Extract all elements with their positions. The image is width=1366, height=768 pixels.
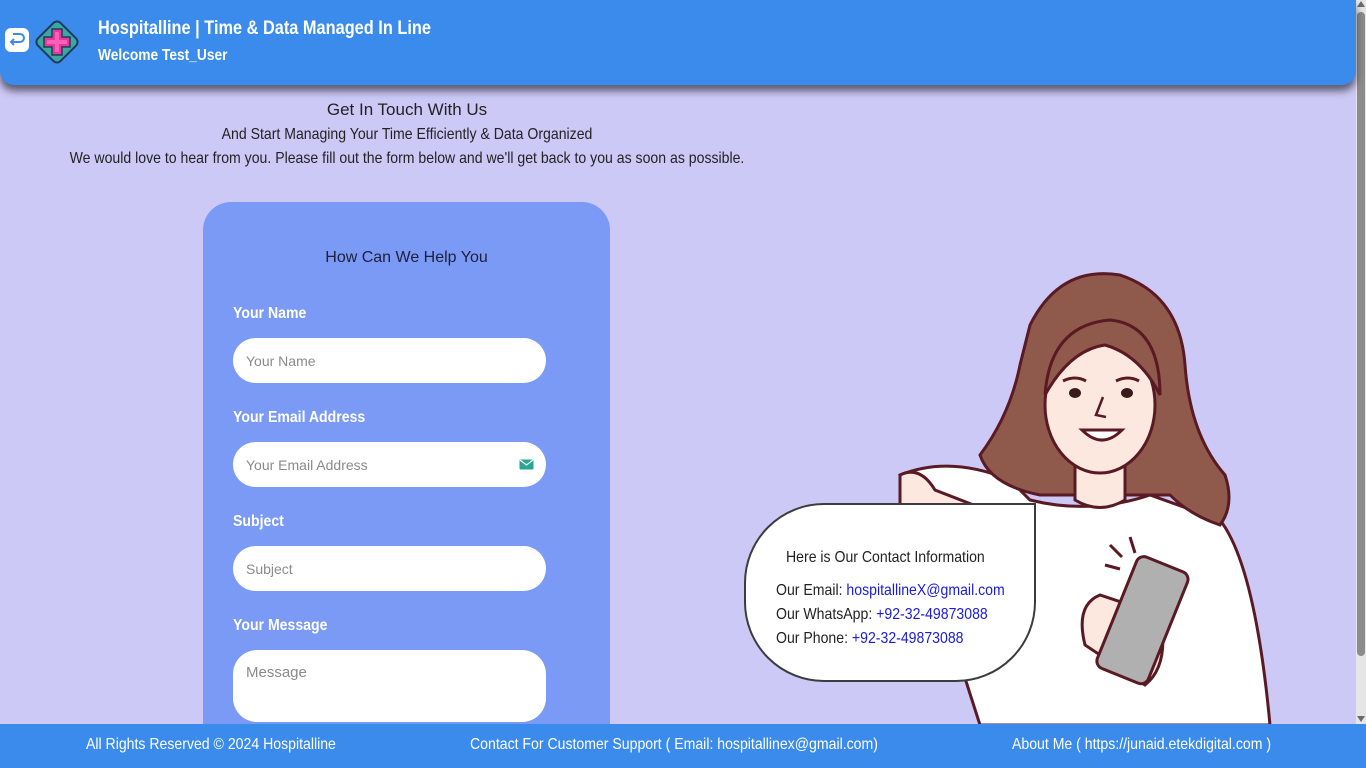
back-button[interactable] (5, 28, 29, 52)
app-header: Hospitalline | Time & Data Managed In Li… (0, 0, 1356, 85)
intro-description: We would love to hear from you. Please f… (69, 150, 745, 167)
scroll-down-icon[interactable] (1357, 716, 1365, 722)
name-input[interactable] (233, 338, 546, 383)
name-label: Your Name (233, 305, 307, 322)
contact-info-title: Here is Our Contact Information (786, 549, 985, 566)
contact-whatsapp-prefix: Our WhatsApp: (776, 606, 877, 623)
intro-title: Get In Touch With Us (326, 100, 488, 119)
footer-copyright: All Rights Reserved © 2024 Hospitalline (86, 736, 336, 753)
contact-whatsapp-link[interactable]: +92-32-49873088 (876, 606, 988, 623)
subject-input[interactable] (233, 546, 546, 591)
email-icon (519, 459, 534, 470)
contact-phone-prefix: Our Phone: (776, 630, 852, 647)
app-title: Hospitalline | Time & Data Managed In Li… (98, 18, 431, 39)
intro-section: Get In Touch With Us And Start Managing … (0, 100, 814, 168)
message-label: Your Message (233, 617, 328, 634)
subject-label: Subject (233, 513, 284, 530)
contact-whatsapp-line: Our WhatsApp: +92-32-49873088 (776, 606, 988, 624)
email-input[interactable] (233, 442, 546, 487)
scroll-up-icon[interactable] (1357, 1, 1365, 7)
contact-phone-line: Our Phone: +92-32-49873088 (776, 630, 963, 648)
contact-email-link[interactable]: hospitallineX@gmail.com (846, 582, 1004, 599)
form-heading: How Can We Help You (325, 249, 488, 266)
contact-info-bubble: Here is Our Contact Information Our Emai… (744, 503, 1036, 682)
email-label: Your Email Address (233, 409, 366, 426)
footer-support[interactable]: Contact For Customer Support ( Email: ho… (470, 736, 878, 754)
intro-subtitle: And Start Managing Your Time Efficiently… (221, 126, 593, 143)
scrollbar-thumb[interactable] (1357, 12, 1365, 656)
back-arrow-icon (9, 33, 25, 46)
welcome-text: Welcome Test_User (98, 47, 228, 64)
contact-email-prefix: Our Email: (776, 582, 847, 599)
footer-about[interactable]: About Me ( https://junaid.etekdigital.co… (1012, 736, 1271, 754)
contact-email-line: Our Email: hospitallineX@gmail.com (776, 582, 1005, 600)
app-footer: All Rights Reserved © 2024 Hospitalline … (0, 724, 1366, 768)
contact-phone-link[interactable]: +92-32-49873088 (852, 630, 964, 647)
contact-form: How Can We Help You Your Name Your Email… (203, 202, 610, 762)
medical-cross-logo (35, 20, 79, 64)
message-textarea[interactable] (233, 650, 546, 722)
